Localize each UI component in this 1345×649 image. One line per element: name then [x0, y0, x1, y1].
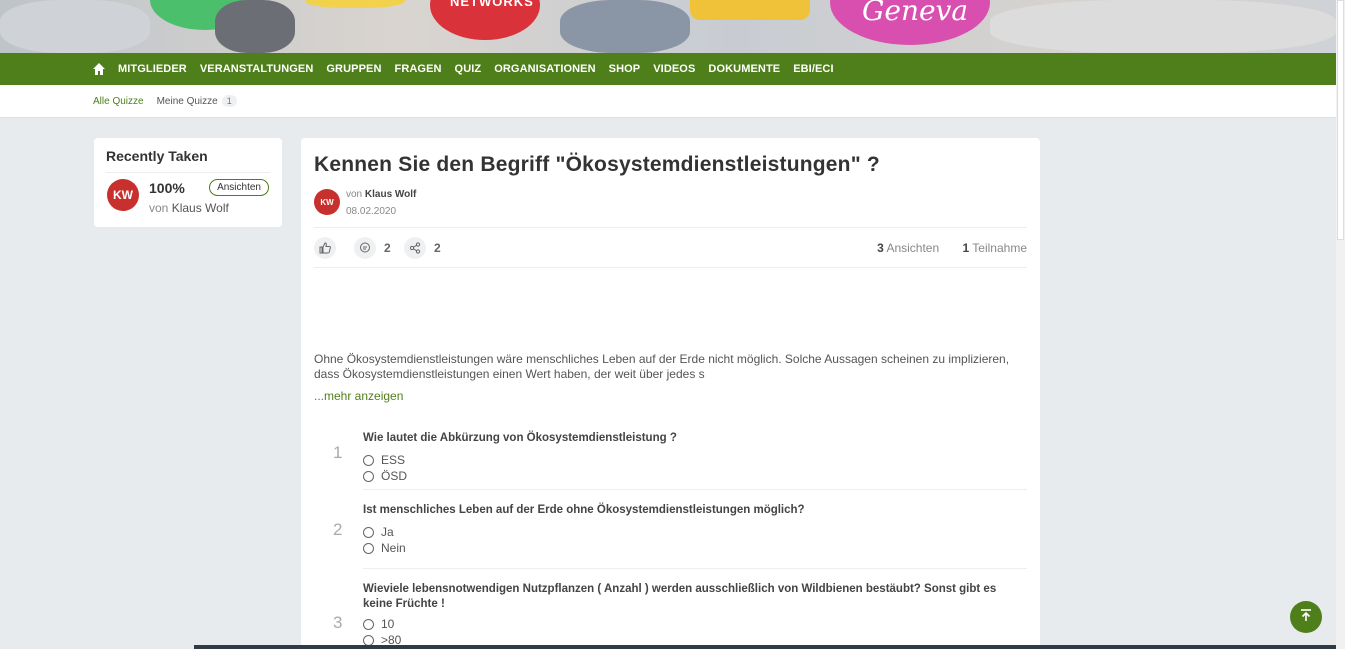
banner-wall [990, 0, 1336, 53]
by-prefix: von [346, 189, 363, 200]
scroll-to-top-button[interactable] [1290, 601, 1322, 633]
banner-person [560, 0, 690, 53]
my-quizzes-count-badge: 1 [221, 95, 237, 107]
answer-option[interactable]: ESS [363, 452, 1027, 468]
page-scrollbar[interactable] [1336, 0, 1345, 649]
quiz-title: Kennen Sie den Begriff "Ökosystemdienstl… [314, 153, 880, 176]
participants-label: Teilnahme [972, 241, 1027, 255]
nav-item-quiz[interactable]: QUIZ [455, 63, 482, 75]
question-number: 1 [333, 443, 343, 462]
comments-button[interactable]: 2 [354, 237, 391, 259]
author-link[interactable]: Klaus Wolf [365, 189, 416, 200]
question-number: 3 [333, 613, 343, 632]
nav-item-veranstaltungen[interactable]: VERANSTALTUNGEN [200, 63, 314, 75]
comments-count: 2 [384, 241, 391, 255]
views-label: Ansichten [886, 241, 940, 255]
quiz-stats: 3 Ansichten 1 Teilnahme [857, 241, 1027, 255]
radio-button[interactable] [363, 542, 374, 554]
quiz-card: Kennen Sie den Begriff "Ökosystemdienstl… [301, 138, 1040, 649]
question-text: Wie lautet die Abkürzung von Ökosystemdi… [363, 432, 677, 444]
nav-item-mitglieder[interactable]: MITGLIEDER [118, 63, 187, 75]
quiz-question: 3 Wieviele lebensnotwendigen Nutzpflanze… [333, 569, 1027, 649]
tab-all-quizzes[interactable]: Alle Quizze [93, 96, 144, 107]
answer-option[interactable]: Nein [363, 540, 1027, 556]
like-button[interactable] [314, 237, 344, 259]
comment-icon [354, 237, 376, 259]
banner-bubble-text: NETWORKS [450, 0, 534, 9]
option-label: 10 [381, 617, 395, 631]
share-icon [404, 237, 426, 259]
nav-item-ebi-eci[interactable]: EBI/ECI [793, 63, 833, 75]
option-label: Nein [381, 541, 406, 555]
radio-button[interactable] [363, 618, 374, 630]
show-more-link[interactable]: ...mehr anzeigen [314, 389, 403, 403]
question-text: Wieviele lebensnotwendigen Nutzpflanzen … [363, 583, 997, 610]
home-icon[interactable] [92, 62, 106, 76]
author-line: von Klaus Wolf [346, 189, 416, 200]
nav-item-videos[interactable]: VIDEOS [653, 63, 695, 75]
answer-option[interactable]: ÖSD [363, 468, 1027, 484]
recently-taken-card: Recently Taken KW 100% von Klaus Wolf An… [94, 138, 282, 227]
view-results-button[interactable]: Ansichten [209, 179, 269, 196]
nav-item-shop[interactable]: SHOP [609, 63, 641, 75]
score-percent: 100% [149, 180, 185, 196]
question-text: Ist menschliches Leben auf der Erde ohne… [363, 504, 805, 516]
participants-count: 1 [962, 241, 970, 255]
quiz-question: 2 Ist menschliches Leben auf der Erde oh… [333, 490, 1027, 569]
radio-button[interactable] [363, 454, 374, 466]
option-label: ÖSD [381, 469, 408, 483]
header-banner-image: NETWORKS Geneva [0, 0, 1336, 53]
views-count: 3 [877, 241, 884, 255]
quiz-subnav: Alle Quizze Meine Quizze 1 [0, 85, 1336, 118]
banner-photo-left [0, 0, 150, 53]
banner-bubble-text: Geneva [862, 0, 969, 27]
nav-item-organisationen[interactable]: ORGANISATIONEN [494, 63, 595, 75]
option-label: Ja [381, 525, 394, 539]
thumbs-up-icon [314, 237, 336, 259]
quiz-actions-bar: 2 2 3 Ansichten 1 Teilnahme [314, 227, 1027, 268]
views-stat: 3 Ansichten [877, 241, 939, 255]
main-nav: MITGLIEDER VERANSTALTUNGEN GRUPPEN FRAGE… [0, 53, 1336, 85]
participants-stat: 1 Teilnahme [962, 241, 1027, 255]
nav-item-dokumente[interactable]: DOKUMENTE [708, 63, 780, 75]
tab-my-quizzes[interactable]: Meine Quizze 1 [157, 95, 237, 107]
tab-my-quizzes-label: Meine Quizze [156, 96, 218, 107]
by-prefix: von [149, 201, 169, 215]
nav-item-fragen[interactable]: FRAGEN [395, 63, 442, 75]
question-number: 2 [333, 520, 343, 539]
answer-option[interactable]: 10 [363, 616, 1027, 632]
banner-sign-yellow [305, 0, 405, 8]
quiz-description: Ohne Ökosystemdienstleistungen wäre mens… [314, 352, 1010, 381]
taken-by: von Klaus Wolf [149, 201, 229, 215]
quiz-date: 08.02.2020 [346, 206, 397, 217]
author-link[interactable]: Klaus Wolf [172, 201, 229, 215]
radio-button[interactable] [363, 470, 374, 482]
avatar[interactable]: KW [107, 179, 139, 211]
option-label: ESS [381, 453, 406, 467]
arrow-up-icon [1299, 608, 1313, 627]
nav-item-gruppen[interactable]: GRUPPEN [326, 63, 381, 75]
answer-option[interactable]: Ja [363, 524, 1027, 540]
banner-person [215, 0, 295, 53]
quiz-question: 1 Wie lautet die Abkürzung von Ökosystem… [333, 423, 1027, 490]
share-button[interactable]: 2 [404, 237, 441, 259]
scrollbar-thumb[interactable] [1337, 0, 1344, 240]
shares-count: 2 [434, 241, 441, 255]
radio-button[interactable] [363, 526, 374, 538]
banner-sign-yellow [690, 0, 810, 20]
avatar[interactable]: KW [314, 189, 340, 215]
bottom-bar [194, 645, 1336, 649]
quiz-author: KW von Klaus Wolf 08.02.2020 [314, 189, 1027, 227]
radio-button[interactable] [363, 634, 374, 646]
recently-taken-title: Recently Taken [106, 148, 270, 173]
